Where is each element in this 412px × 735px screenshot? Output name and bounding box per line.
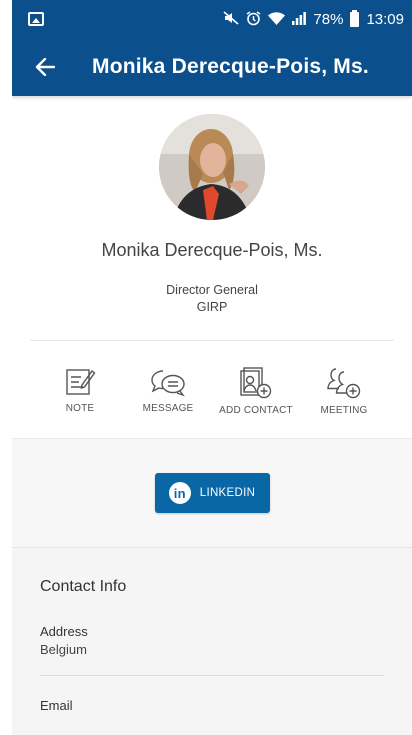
message-label: MESSAGE: [142, 403, 194, 414]
meeting-icon: [301, 365, 387, 399]
alarm-icon: [246, 10, 261, 28]
meeting-button[interactable]: MEETING: [301, 365, 387, 416]
wifi-icon: [268, 11, 286, 27]
app-bar: Monika Derecque-Pois, Ms.: [12, 38, 412, 96]
social-section: in LINKEDIN: [12, 438, 412, 548]
profile-screen: 78% 13:09 Monika Derecque-Pois, Ms. Moni…: [12, 0, 412, 735]
avatar: [159, 114, 265, 220]
status-time: 13:09: [366, 10, 404, 28]
profile-name: Monika Derecque-Pois, Ms.: [101, 240, 323, 260]
add-contact-icon: [213, 365, 299, 399]
address-value[interactable]: Belgium: [40, 642, 384, 657]
mute-icon: [223, 11, 239, 27]
field-divider: [40, 675, 384, 676]
signal-icon: [292, 11, 307, 27]
battery-percent: 78%: [313, 10, 344, 28]
add-contact-label: ADD CONTACT: [219, 405, 293, 416]
image-icon: [28, 12, 44, 26]
profile-header: Monika Derecque-Pois, Ms. Director Gener…: [12, 96, 412, 314]
profile-job-title: Director General: [166, 283, 258, 297]
meeting-label: MEETING: [320, 405, 368, 416]
linkedin-button[interactable]: in LINKEDIN: [154, 473, 270, 513]
message-button[interactable]: MESSAGE: [125, 365, 211, 416]
linkedin-label: LINKEDIN: [199, 487, 256, 499]
linkedin-icon: in: [168, 482, 191, 504]
note-button[interactable]: NOTE: [37, 365, 123, 416]
battery-icon: [350, 9, 360, 27]
profile-organization: GIRP: [196, 300, 228, 314]
back-arrow-icon[interactable]: [32, 54, 58, 80]
note-icon: [37, 365, 123, 397]
message-icon: [125, 365, 211, 397]
add-contact-button[interactable]: ADD CONTACT: [213, 365, 299, 416]
address-label: Address: [40, 624, 88, 639]
email-label: Email: [40, 698, 73, 713]
status-bar: 78% 13:09: [12, 0, 412, 38]
contact-info-section: Contact Info Address Belgium Email: [12, 548, 412, 735]
note-label: NOTE: [65, 403, 95, 414]
action-bar: NOTE MESSAGE ADD CONTACT MEETING: [30, 340, 394, 438]
page-title: Monika Derecque-Pois, Ms.: [92, 55, 369, 78]
contact-info-heading: Contact Info: [40, 578, 127, 595]
